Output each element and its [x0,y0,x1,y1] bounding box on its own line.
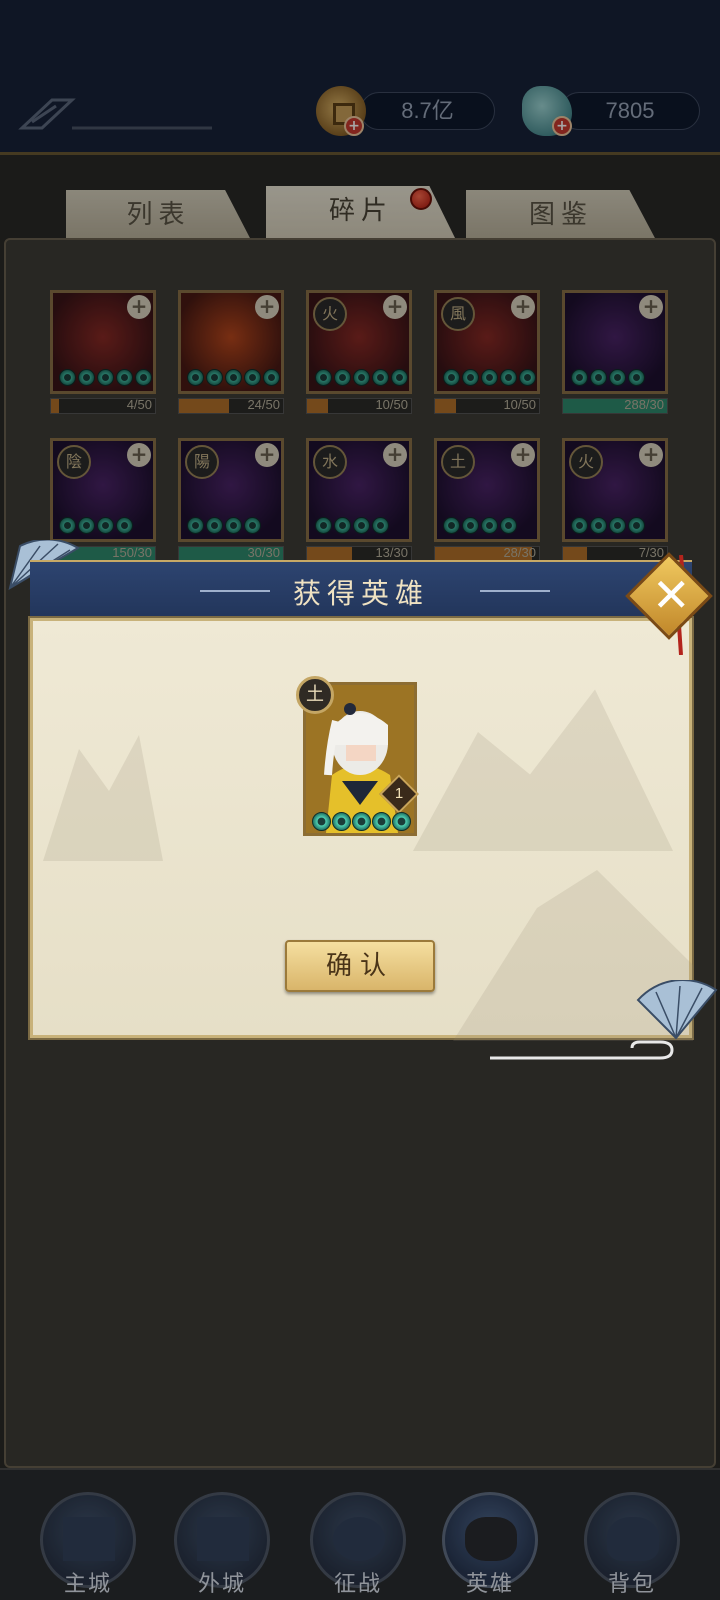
star-icon [372,812,391,831]
title-divider-right [480,590,550,592]
hero-star-rating [312,812,411,831]
star-icon [352,812,371,831]
star-icon [332,812,351,831]
dialog-title: 获得英雄 [292,577,429,610]
hero-element-badge: 土 [296,676,334,714]
confirm-button[interactable]: 确认 [285,940,435,992]
star-icon [392,812,411,831]
close-icon[interactable]: ✕ [652,570,691,620]
fan-decoration-icon [636,980,718,1040]
dialog-header: 获得英雄 [30,560,692,620]
star-icon [312,812,331,831]
mountain-painting [413,689,673,851]
wind-swirl-icon [490,1040,674,1060]
hero-level: 1 [394,785,404,802]
mountain-painting [43,735,163,861]
